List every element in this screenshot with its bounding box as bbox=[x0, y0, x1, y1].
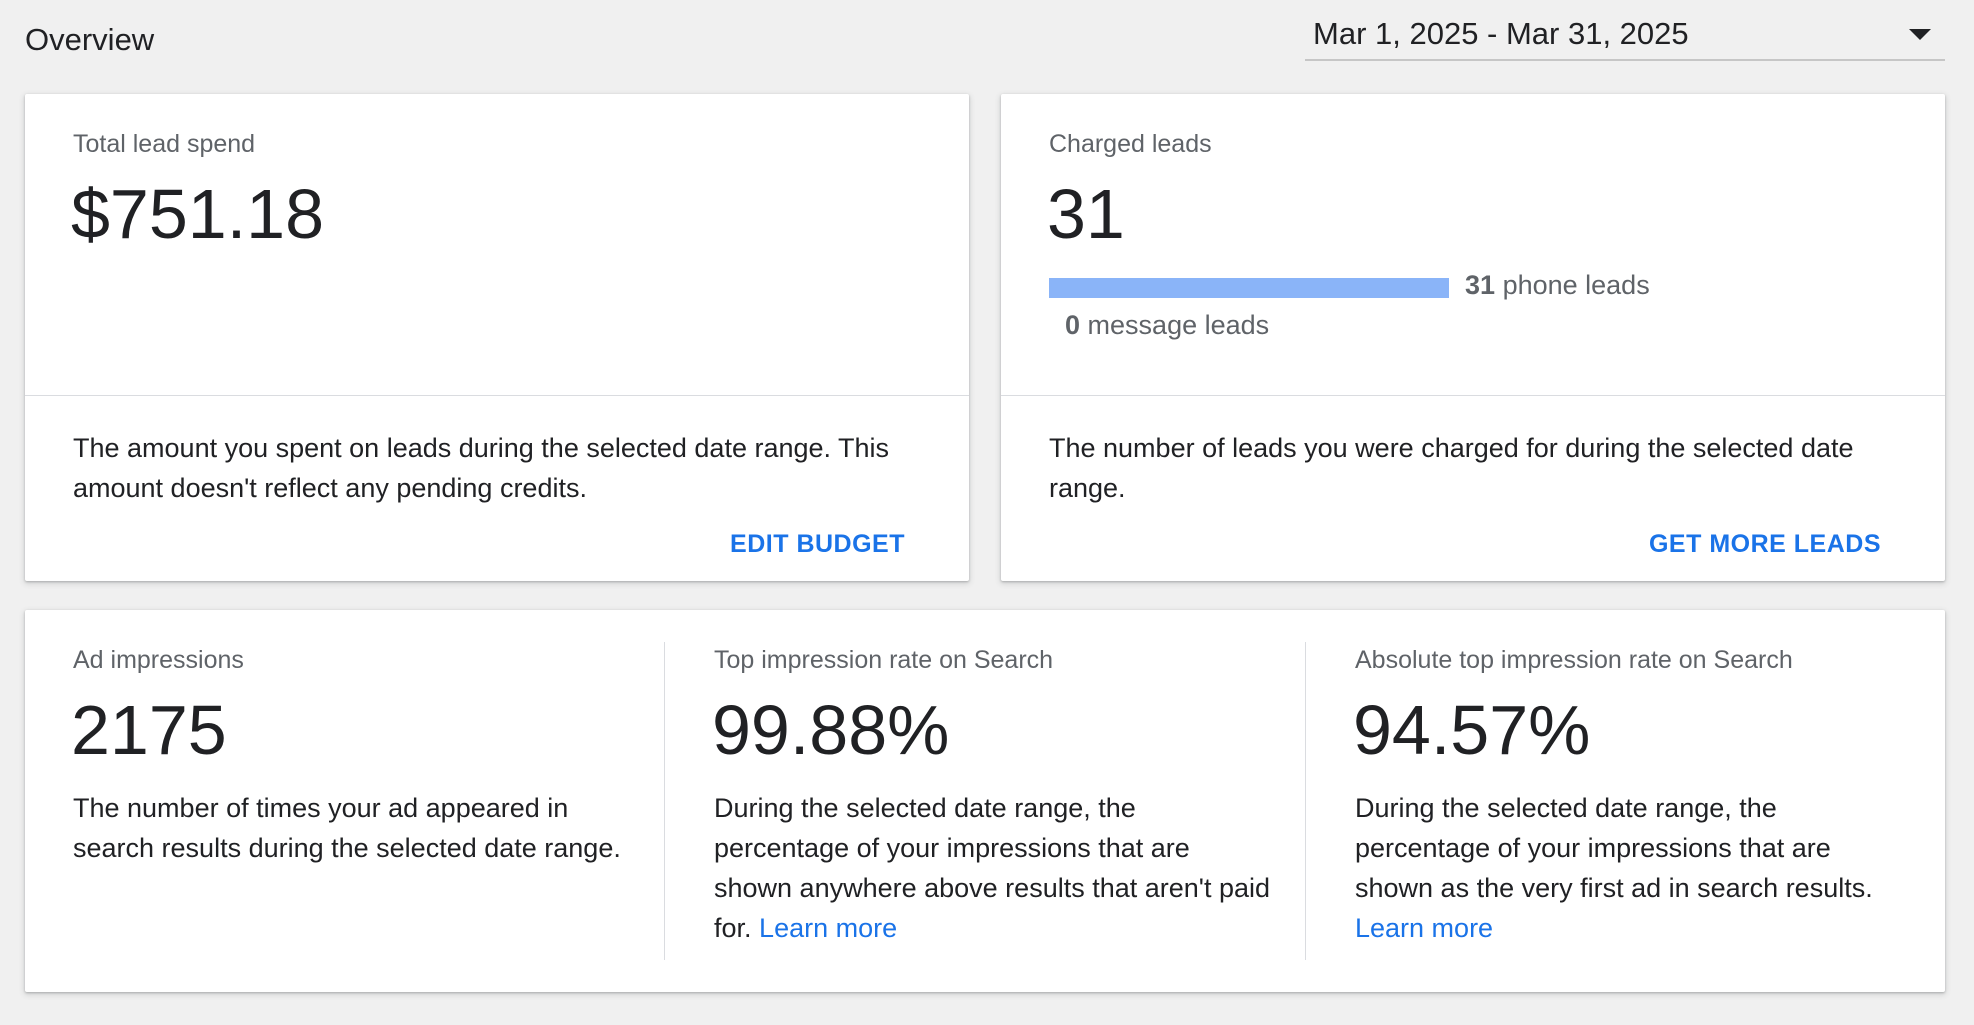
metric-label: Total lead spend bbox=[73, 130, 256, 158]
metric-label: Top impression rate on Search bbox=[714, 646, 1054, 674]
card-summary: Total lead spend $751.18 bbox=[25, 94, 969, 396]
caret-down-icon[interactable] bbox=[1909, 29, 1931, 40]
absolute-top-impression-rate-column: Absolute top impression rate on Search 9… bbox=[1353, 610, 1915, 992]
card-description: The number of leads you were charged for… bbox=[1049, 433, 1854, 503]
metric-value: 2175 bbox=[71, 691, 227, 769]
column-divider bbox=[1305, 642, 1306, 960]
date-range-text: Mar 1, 2025 - Mar 31, 2025 bbox=[1313, 16, 1689, 51]
learn-more-link[interactable]: Learn more bbox=[1355, 913, 1493, 943]
column-divider bbox=[664, 642, 665, 960]
metric-value: 31 bbox=[1047, 175, 1125, 253]
phone-leads-legend: 31 phone leads bbox=[1465, 270, 1650, 301]
edit-budget-button[interactable]: EDIT BUDGET bbox=[730, 530, 905, 559]
metric-value: 94.57% bbox=[1353, 691, 1591, 769]
phone-leads-count: 31 bbox=[1465, 270, 1496, 300]
learn-more-link[interactable]: Learn more bbox=[759, 913, 897, 943]
metric-description: During the selected date range, the perc… bbox=[1355, 793, 1873, 903]
get-more-leads-button[interactable]: GET MORE LEADS bbox=[1649, 530, 1881, 559]
page-title: Overview bbox=[25, 22, 155, 57]
message-leads-label: message leads bbox=[1087, 310, 1270, 340]
message-leads-legend: 0 message leads bbox=[1065, 310, 1269, 341]
date-range-picker[interactable]: Mar 1, 2025 - Mar 31, 2025 bbox=[1305, 12, 1945, 61]
impressions-card: Ad impressions 2175 The number of times … bbox=[25, 610, 1945, 992]
charged-leads-card: Charged leads 31 31 phone leads 0 messag… bbox=[1001, 94, 1945, 581]
impressions-column: Ad impressions 2175 The number of times … bbox=[71, 610, 633, 992]
card-summary: Charged leads 31 31 phone leads 0 messag… bbox=[1001, 94, 1945, 396]
metric-label: Ad impressions bbox=[73, 646, 244, 674]
message-leads-count: 0 bbox=[1065, 310, 1081, 340]
metric-label: Absolute top impression rate on Search bbox=[1355, 646, 1793, 674]
metric-description: The number of times your ad appeared in … bbox=[73, 793, 621, 863]
phone-leads-label: phone leads bbox=[1502, 270, 1650, 300]
card-description: The amount you spent on leads during the… bbox=[73, 433, 890, 503]
metric-description-block: During the selected date range, the perc… bbox=[1355, 788, 1915, 948]
metric-description-block: During the selected date range, the perc… bbox=[714, 788, 1274, 948]
metric-value: 99.88% bbox=[712, 691, 950, 769]
top-impression-rate-column: Top impression rate on Search 99.88% Dur… bbox=[712, 610, 1274, 992]
metric-label: Charged leads bbox=[1049, 130, 1212, 158]
phone-leads-bar bbox=[1049, 278, 1449, 298]
total-lead-spend-card: Total lead spend $751.18 The amount you … bbox=[25, 94, 969, 581]
metric-value: $751.18 bbox=[71, 175, 325, 253]
